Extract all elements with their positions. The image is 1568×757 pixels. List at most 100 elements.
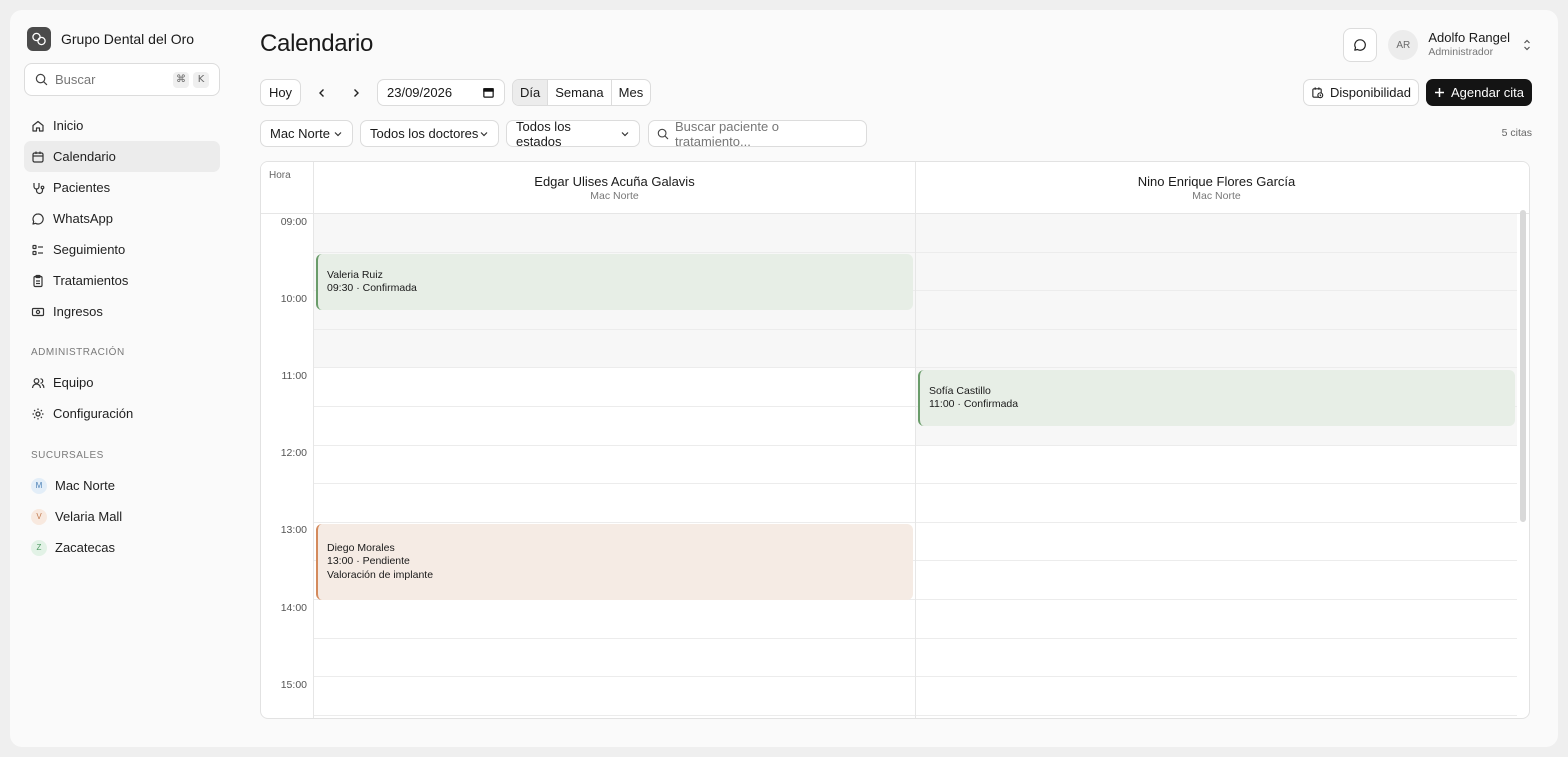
- sidebar-item-label: Seguimiento: [53, 242, 126, 257]
- time-slot[interactable]: [916, 523, 1517, 562]
- branch-select[interactable]: Mac Norte: [260, 120, 353, 147]
- sidebar-item-equipo[interactable]: Equipo: [24, 367, 220, 398]
- sidebar-item-label: Pacientes: [53, 180, 111, 195]
- sidebar-item-seguimiento[interactable]: Seguimiento: [24, 234, 220, 265]
- time-slot[interactable]: [314, 329, 915, 369]
- time-label: 12:00: [280, 447, 307, 459]
- time-slot[interactable]: [314, 600, 915, 639]
- doctor-name: Nino Enrique Flores García: [1137, 174, 1296, 189]
- sidebar-item-calendario[interactable]: Calendario: [24, 141, 220, 172]
- main-nav: Inicio Calendario Pacientes WhatsApp Seg…: [24, 110, 220, 327]
- next-button[interactable]: [342, 79, 369, 106]
- sidebar-item-pacientes[interactable]: Pacientes: [24, 172, 220, 203]
- appointment-card[interactable]: Valeria Ruiz 09:30 · Confirmada: [316, 254, 913, 310]
- time-label: 15:00: [280, 679, 307, 691]
- doctor-branch: Mac Norte: [1192, 190, 1241, 202]
- calendar-toolbar: Hoy 23/09/2026 Día Semana Mes Disponibil…: [260, 79, 1532, 106]
- sidebar-item-configuracion[interactable]: Configuración: [24, 398, 220, 429]
- sidebar-branch-mac-norte[interactable]: M Mac Norte: [24, 470, 220, 501]
- time-slot[interactable]: [916, 600, 1517, 639]
- time-slot[interactable]: [314, 484, 915, 523]
- sidebar-item-label: Calendario: [53, 149, 116, 164]
- list-check-icon: [32, 244, 43, 255]
- prev-button[interactable]: [308, 79, 335, 106]
- view-week-tab[interactable]: Semana: [548, 80, 612, 105]
- view-month-tab[interactable]: Mes: [612, 80, 651, 105]
- branch-label: Mac Norte: [55, 478, 115, 493]
- plus-icon: [1435, 88, 1444, 97]
- time-slot[interactable]: [314, 677, 915, 716]
- time-slot[interactable]: [314, 214, 915, 253]
- doctor-column[interactable]: Sofía Castillo 11:00 · Confirmada: [915, 214, 1517, 718]
- branch-initial-badge: V: [31, 508, 47, 525]
- sidebar-item-label: WhatsApp: [53, 211, 113, 226]
- today-button[interactable]: Hoy: [260, 79, 301, 106]
- date-value: 23/09/2026: [387, 85, 453, 100]
- time-slot[interactable]: [314, 446, 915, 485]
- view-day-tab[interactable]: Día: [513, 80, 549, 105]
- time-slot[interactable]: [916, 677, 1517, 716]
- time-slot[interactable]: [314, 639, 915, 678]
- sidebar-branch-velaria-mall[interactable]: V Velaria Mall: [24, 501, 220, 532]
- time-slot[interactable]: [916, 484, 1517, 523]
- time-slot[interactable]: [314, 368, 915, 407]
- sidebar-branch-zacatecas[interactable]: Z Zacatecas: [24, 532, 220, 563]
- time-slot[interactable]: [314, 407, 915, 446]
- time-slot[interactable]: [916, 329, 1517, 369]
- sidebar: Grupo Dental del Oro Buscar ⌘ K Inicio C…: [10, 10, 240, 747]
- date-picker[interactable]: 23/09/2026: [377, 79, 505, 106]
- brand[interactable]: Grupo Dental del Oro: [27, 27, 194, 51]
- page-title: Calendario: [260, 30, 374, 57]
- message-icon: [32, 212, 44, 225]
- patient-search-input[interactable]: Buscar paciente o tratamiento...: [648, 118, 867, 149]
- time-label: 10:00: [280, 293, 307, 305]
- time-slot[interactable]: [916, 446, 1517, 485]
- schedule-appointment-button[interactable]: Agendar cita: [1426, 79, 1532, 106]
- brand-logo-icon: [27, 27, 51, 51]
- doctor-select[interactable]: Todos los doctores: [360, 120, 499, 147]
- avatar[interactable]: AR: [1388, 30, 1419, 60]
- patient-search-placeholder: Buscar paciente o tratamiento...: [674, 118, 780, 149]
- status-select-value: Todos los estados: [516, 118, 571, 149]
- sidebar-item-label: Inicio: [53, 118, 84, 133]
- appointment-card[interactable]: Diego Morales 13:00 · Pendiente Valoraci…: [316, 524, 913, 600]
- doctor-select-value: Todos los doctores: [370, 126, 479, 141]
- branch-label: Zacatecas: [55, 540, 115, 555]
- chevron-up-down-icon[interactable]: [1522, 38, 1532, 52]
- time-slot[interactable]: [916, 639, 1517, 678]
- chevron-right-icon: [353, 88, 359, 97]
- availability-label: Disponibilidad: [1330, 85, 1411, 100]
- availability-button[interactable]: Disponibilidad: [1303, 79, 1419, 106]
- appointment-detail: 09:30 · Confirmada: [327, 282, 417, 294]
- stethoscope-icon: [33, 182, 45, 194]
- time-slot[interactable]: [916, 291, 1517, 330]
- user-menu[interactable]: Adolfo Rangel Administrador: [1428, 30, 1510, 60]
- sidebar-item-inicio[interactable]: Inicio: [24, 110, 220, 141]
- admin-nav: Equipo Configuración: [24, 367, 220, 429]
- status-select[interactable]: Todos los estados: [506, 118, 640, 149]
- chevron-down-icon: [334, 131, 342, 136]
- appointment-card[interactable]: Sofía Castillo 11:00 · Confirmada: [918, 370, 1515, 426]
- messages-button[interactable]: [1343, 28, 1378, 62]
- time-column: 09:00 10:00 11:00 12:00 13:00 14:00 15:0…: [261, 214, 313, 718]
- appointment-note: Valoración de implante: [327, 568, 434, 581]
- calendar-header: Hora Edgar Ulises Acuña Galavis Mac Nort…: [261, 162, 1529, 214]
- sidebar-item-whatsapp[interactable]: WhatsApp: [24, 203, 220, 234]
- time-slot[interactable]: [916, 561, 1517, 600]
- calendar-icon: [483, 88, 494, 98]
- time-label: 09:00: [280, 216, 307, 228]
- search-icon: [657, 128, 669, 139]
- shortcut-key-cmd: ⌘: [173, 71, 189, 88]
- doctor-column[interactable]: Valeria Ruiz 09:30 · Confirmada Diego Mo…: [313, 214, 915, 718]
- time-slot[interactable]: [916, 214, 1517, 253]
- search-placeholder: Buscar: [55, 72, 96, 87]
- sidebar-item-tratamientos[interactable]: Tratamientos: [24, 265, 220, 296]
- users-icon: [31, 377, 45, 388]
- day-calendar: Hora Edgar Ulises Acuña Galavis Mac Nort…: [260, 161, 1530, 719]
- calendar-scrollbar[interactable]: [1520, 210, 1526, 522]
- home-icon: [32, 120, 44, 132]
- search-input[interactable]: Buscar ⌘ K: [24, 63, 220, 96]
- sidebar-item-ingresos[interactable]: Ingresos: [24, 296, 220, 327]
- time-slot[interactable]: [916, 252, 1517, 292]
- header-actions: AR Adolfo Rangel Administrador: [1343, 28, 1532, 62]
